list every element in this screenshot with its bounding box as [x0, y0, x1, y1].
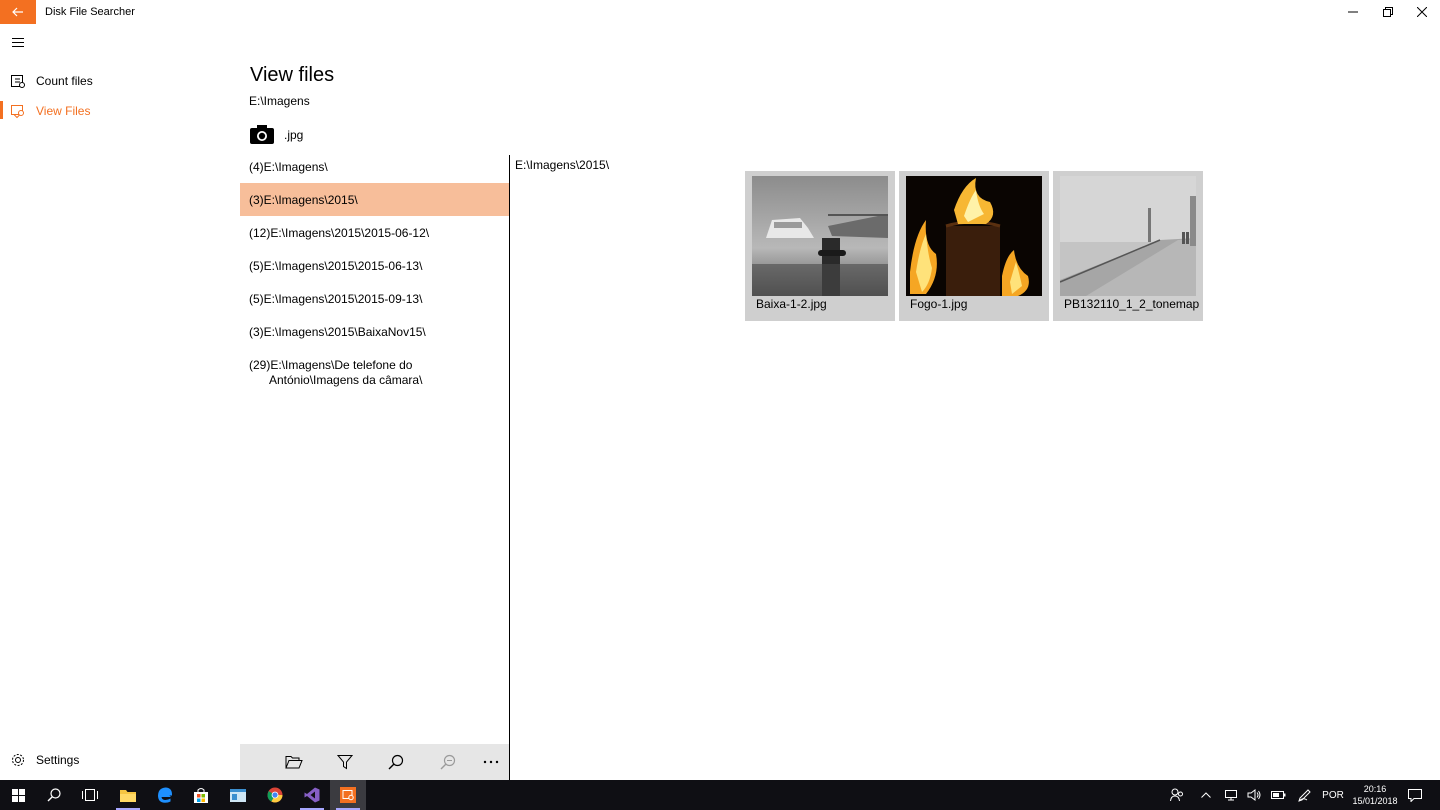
settings-label: Settings: [36, 753, 80, 767]
gear-icon: [12, 754, 24, 766]
window-app-icon: [230, 788, 246, 802]
chrome-icon: [267, 787, 283, 803]
pen-button[interactable]: [1294, 780, 1316, 810]
minimize-button[interactable]: [1336, 0, 1370, 24]
more-button[interactable]: [480, 752, 502, 772]
store-taskbar-icon[interactable]: [183, 780, 219, 810]
restore-button[interactable]: [1371, 0, 1405, 24]
search-disabled-button[interactable]: [437, 752, 459, 772]
search-icon: [47, 788, 61, 802]
folder-list-item-selected[interactable]: (3)E:\Imagens\2015\: [240, 183, 509, 216]
file-name: Fogo-1.jpg: [910, 297, 968, 311]
people-button[interactable]: [1166, 780, 1188, 810]
view-files-icon: [11, 105, 24, 119]
taskbar-clock[interactable]: 20:16 15/01/2018: [1345, 783, 1405, 807]
taskbar-search-button[interactable]: [36, 780, 72, 810]
visual-studio-icon: [304, 787, 320, 803]
chevron-up-icon: [1201, 792, 1211, 798]
folder-list-item[interactable]: (3)E:\Imagens\2015\BaixaNov15\: [240, 315, 509, 348]
people-icon: [1170, 788, 1183, 802]
file-thumbnail[interactable]: PB132110_1_2_tonemappe: [1053, 171, 1203, 321]
app-title: Disk File Searcher: [45, 6, 135, 18]
task-view-button[interactable]: [72, 780, 108, 810]
folder-list-item[interactable]: (29)E:\Imagens\De telefone do António\Im…: [240, 348, 509, 392]
open-folder-icon: [285, 756, 303, 769]
camera-icon: [250, 125, 274, 144]
input-language[interactable]: POR: [1320, 780, 1346, 810]
folder-list-item[interactable]: (5)E:\Imagens\2015\2015-06-13\: [240, 249, 509, 282]
root-path: E:\Imagens: [249, 94, 310, 108]
thumbnail-grid: Baixa-1-2.jpg Fogo-1.jpg PB132110_1_2_to…: [745, 171, 1203, 321]
close-icon: [1417, 7, 1427, 17]
more-icon: [483, 760, 499, 764]
arrow-left-icon: [12, 7, 23, 17]
search-icon: [440, 754, 456, 770]
file-explorer-taskbar-icon[interactable]: [110, 780, 146, 810]
volume-button[interactable]: [1243, 780, 1265, 810]
folder-list: (4)E:\Imagens\ (3)E:\Imagens\2015\ (12)E…: [240, 150, 509, 392]
clock-time: 20:16: [1363, 784, 1387, 794]
network-icon: [1225, 790, 1237, 801]
nav-item-count-files[interactable]: Count files: [0, 67, 220, 95]
restore-icon: [1383, 7, 1393, 17]
task-view-icon: [82, 789, 98, 801]
filter-button[interactable]: [334, 752, 356, 772]
extension-label: .jpg: [284, 128, 304, 142]
thumbnail-image: [752, 176, 888, 296]
nav-item-label: View Files: [36, 104, 91, 118]
app-taskbar-icon[interactable]: [220, 780, 256, 810]
nav-item-label: Count files: [36, 74, 93, 88]
thumbnail-image: [906, 176, 1042, 296]
page-title: View files: [250, 64, 335, 86]
taskbar: POR 20:16 15/01/2018: [0, 780, 1440, 810]
notification-icon: [1408, 788, 1422, 802]
file-thumbnail[interactable]: Baixa-1-2.jpg: [745, 171, 895, 321]
extension-filter: .jpg: [250, 124, 303, 144]
file-thumbnail[interactable]: Fogo-1.jpg: [899, 171, 1049, 321]
back-button[interactable]: [0, 0, 36, 24]
network-button[interactable]: [1220, 780, 1242, 810]
store-icon: [194, 787, 208, 803]
battery-icon: [1270, 791, 1285, 799]
current-folder-path: E:\Imagens\2015\: [515, 158, 610, 172]
start-button[interactable]: [0, 780, 36, 810]
filter-icon: [337, 755, 353, 770]
pane-splitter[interactable]: [509, 155, 510, 780]
thumbnail-image: [1060, 176, 1196, 296]
clock-date: 15/01/2018: [1352, 796, 1398, 806]
visual-studio-taskbar-icon[interactable]: [294, 780, 330, 810]
disk-file-searcher-taskbar-icon[interactable]: [330, 780, 366, 810]
edge-icon: [158, 787, 172, 803]
windows-icon: [11, 788, 25, 802]
battery-button[interactable]: [1267, 780, 1289, 810]
file-name: PB132110_1_2_tonemappe: [1064, 297, 1200, 311]
settings-nav-item[interactable]: Settings: [0, 746, 220, 774]
folder-list-item[interactable]: (4)E:\Imagens\: [240, 150, 509, 183]
hamburger-icon: [12, 37, 24, 47]
show-hidden-icons-button[interactable]: [1196, 780, 1216, 810]
close-button[interactable]: [1405, 0, 1439, 24]
command-bar: [240, 744, 509, 780]
volume-icon: [1247, 789, 1261, 801]
edge-taskbar-icon[interactable]: [147, 780, 183, 810]
folder-list-item[interactable]: (12)E:\Imagens\2015\2015-06-12\: [240, 216, 509, 249]
hamburger-menu-button[interactable]: [6, 32, 30, 52]
search-icon: [388, 754, 404, 770]
folder-icon: [120, 789, 136, 802]
file-name: Baixa-1-2.jpg: [756, 297, 827, 311]
open-folder-button[interactable]: [283, 752, 305, 772]
disk-file-searcher-icon: [340, 787, 356, 803]
minimize-icon: [1348, 11, 1358, 13]
pen-icon: [1298, 789, 1311, 802]
title-bar: Disk File Searcher: [0, 0, 1440, 24]
chrome-taskbar-icon[interactable]: [257, 780, 293, 810]
search-button[interactable]: [385, 752, 407, 772]
folder-list-item[interactable]: (5)E:\Imagens\2015\2015-09-13\: [240, 282, 509, 315]
action-center-button[interactable]: [1404, 780, 1426, 810]
count-files-icon: [11, 75, 25, 88]
nav-item-view-files[interactable]: View Files: [0, 97, 220, 125]
